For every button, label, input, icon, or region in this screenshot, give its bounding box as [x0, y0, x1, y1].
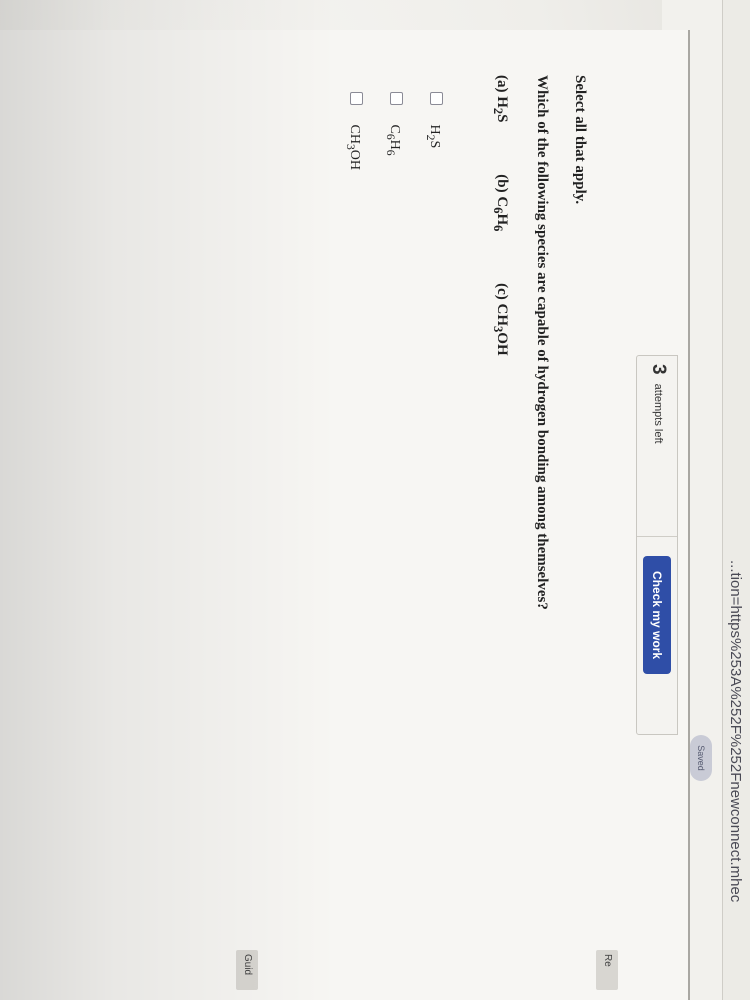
- attempts-indicator: 3 attempts left: [647, 364, 669, 444]
- checkbox-icon[interactable]: [390, 92, 403, 105]
- side-tab-guided[interactable]: Guid: [236, 950, 258, 990]
- side-panel-edge: Re Guid: [0, 810, 628, 1000]
- divider: [637, 536, 677, 537]
- attempts-label: attempts left: [652, 383, 664, 444]
- attempts-count: 3: [648, 364, 669, 375]
- answer-choices: H2S C6H6 CH3OH: [323, 92, 443, 170]
- choice-ch3oh[interactable]: CH3OH: [339, 92, 363, 170]
- attempts-and-check: 3 attempts left Check my work: [636, 355, 678, 735]
- saved-badge: Saved: [690, 735, 712, 781]
- instruction-text: Select all that apply.: [572, 75, 588, 205]
- browser-page: ...tion=https%253A%252F%252Fnewconnect.m…: [0, 0, 750, 1000]
- species-b: (b) C6H6: [491, 174, 510, 232]
- url-text: ...tion=https%253A%252F%252Fnewconnect.m…: [727, 560, 744, 903]
- question-prompt: Which of the following species are capab…: [534, 75, 550, 610]
- species-c: (c) CH3OH: [491, 283, 510, 356]
- checkbox-icon[interactable]: [430, 92, 443, 105]
- checkbox-icon[interactable]: [350, 92, 363, 105]
- photo-scene: ...tion=https%253A%252F%252Fnewconnect.m…: [0, 0, 750, 1000]
- side-tab-references[interactable]: Re: [596, 950, 618, 990]
- address-bar[interactable]: ...tion=https%253A%252F%252Fnewconnect.m…: [722, 0, 750, 1000]
- species-a: (a) H2S: [491, 75, 510, 123]
- check-my-work-button[interactable]: Check my work: [643, 556, 671, 674]
- choice-h2s[interactable]: H2S: [419, 92, 443, 170]
- choice-c6h6[interactable]: C6H6: [379, 92, 403, 170]
- question-panel: 3 attempts left Check my work Select all…: [0, 30, 690, 1000]
- listed-species: (a) H2S (b) C6H6 (c) CH3OH: [490, 75, 510, 404]
